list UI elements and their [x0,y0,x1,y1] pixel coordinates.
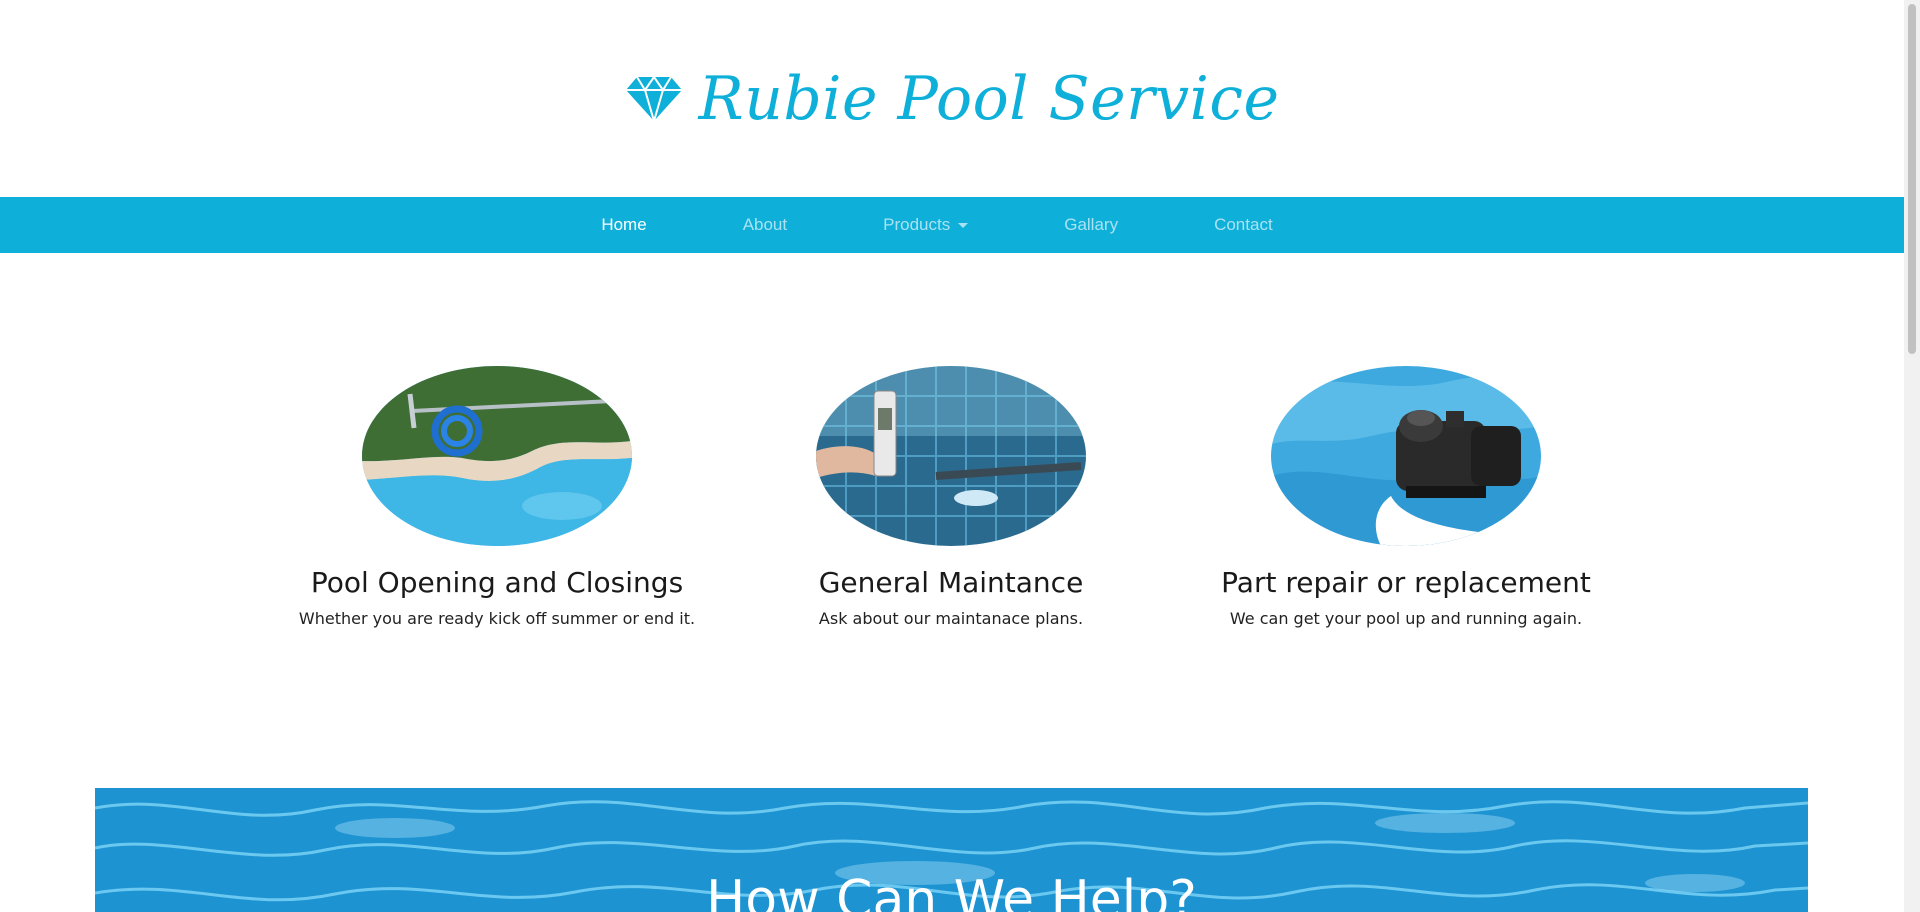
vertical-scrollbar[interactable] [1904,0,1920,912]
help-banner: How Can We Help? [95,788,1808,912]
site-title: Rubie Pool Service [698,63,1280,134]
brand-logo[interactable]: Rubie Pool Service [625,64,1280,134]
caret-down-icon [958,222,969,228]
nav-list: Home About Products Gallary Contact [553,215,1320,235]
scrollbar-thumb[interactable] [1908,4,1916,354]
service-card-repair: Part repair or replacement We can get yo… [1176,366,1636,628]
page: Rubie Pool Service Home About Products G… [0,0,1920,912]
main-navbar: Home About Products Gallary Contact [0,197,1904,253]
nav-item-contact[interactable]: Contact [1214,215,1273,235]
nav-item-products[interactable]: Products [883,215,969,235]
service-title: Part repair or replacement [1221,566,1591,599]
service-description: Ask about our maintanace plans. [818,609,1084,628]
service-description: We can get your pool up and running agai… [1229,609,1583,628]
nav-item-home[interactable]: Home [601,215,646,235]
help-heading: How Can We Help? [706,870,1197,912]
service-card-opening: Pool Opening and Closings Whether you ar… [267,366,727,628]
service-title: General Maintance [818,566,1084,599]
pool-pump-image [1271,366,1541,546]
service-title: Pool Opening and Closings [310,566,684,599]
service-card-maintenance: General Maintance Ask about our maintana… [721,366,1181,628]
diamond-icon [625,75,682,122]
site-header: Rubie Pool Service [0,0,1904,197]
pool-hose-image [362,366,632,546]
nav-item-products-label: Products [883,215,951,234]
service-description: Whether you are ready kick off summer or… [298,609,696,628]
nav-item-about[interactable]: About [743,215,787,235]
water-tester-image [816,366,1086,546]
nav-item-gallary[interactable]: Gallary [1064,215,1118,235]
